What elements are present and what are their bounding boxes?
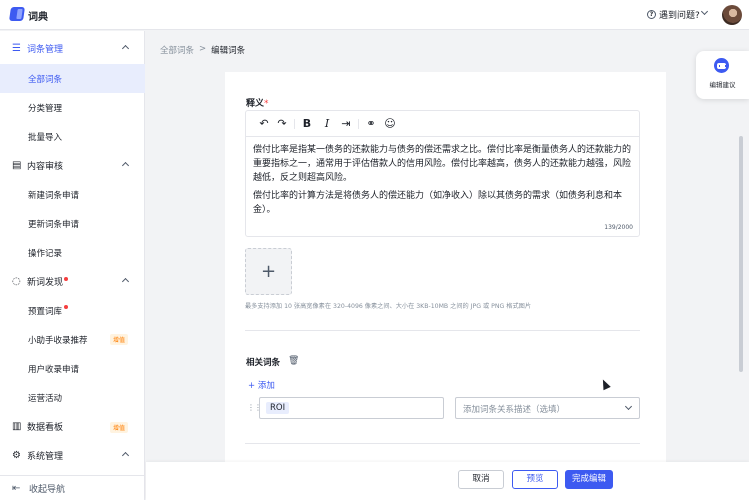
app-logo-icon xyxy=(9,7,25,21)
sidebar-item-label: 运营活动 xyxy=(28,393,63,404)
value-added-badge: 增值 xyxy=(110,422,129,433)
editor-content[interactable]: 偿付比率是指某一债务的还款能力与债务的偿还需求之比。偿付比率是衡量债务人的还款能… xyxy=(253,143,635,221)
sidebar-item-assistant-recommendations[interactable]: 小助手收录推荐 增值 xyxy=(0,325,145,354)
finish-edit-button[interactable]: 完成编辑 xyxy=(565,470,613,489)
bar-chart-icon: ▥ xyxy=(12,420,22,432)
review-icon: ▤ xyxy=(12,159,22,171)
edit-entry-card: 释义* ↶ ↷ B I ⇥ ⚭ ☺ 偿付比率是指某一债务的还款能力与债务的偿还需… xyxy=(225,72,666,462)
add-related-button[interactable]: + 添加 xyxy=(248,379,275,391)
sidebar-item-all-entries[interactable]: 全部词条 xyxy=(0,64,145,93)
upload-hint: 最多支持添加 10 张高宽像素在 320-4096 像素之间、大小在 3KB-1… xyxy=(245,303,532,310)
sidebar-item-batch-import[interactable]: 批量导入 xyxy=(0,122,145,151)
collapse-nav-button[interactable]: ⇤ 收起导航 xyxy=(0,475,145,500)
relation-description-select[interactable]: 添加词条关系描述（选填） xyxy=(455,397,640,419)
sidebar: ☰ 词条管理 全部词条 分类管理 批量导入 ▤ 内容审核 新建词条申请 更新词条… xyxy=(0,31,145,500)
sidebar-item-label: 新建词条申请 xyxy=(28,190,80,201)
chevron-up-icon xyxy=(121,161,130,170)
link-icon[interactable]: ⚭ xyxy=(364,117,378,131)
chevron-up-icon xyxy=(121,451,130,460)
relation-placeholder: 添加词条关系描述（选填） xyxy=(463,405,566,415)
sidebar-group-label: 新词发现 xyxy=(27,278,64,288)
sidebar-group-label: 数据看板 xyxy=(27,423,64,433)
preview-button[interactable]: 预览 xyxy=(512,470,558,489)
breadcrumb: 全部词条 > 编辑词条 xyxy=(160,44,245,56)
related-term-input[interactable]: ROI xyxy=(259,397,444,419)
edit-suggestion-button[interactable]: 编辑建议 xyxy=(696,51,749,99)
editor-paragraph: 偿付比率的计算方法是将债务人的偿还能力（如净收入）除以其债务的需求（如债务利息和… xyxy=(253,191,623,215)
toolbar-divider xyxy=(358,119,359,129)
sidebar-group-entry-management[interactable]: ☰ 词条管理 xyxy=(0,34,145,63)
related-entries-title: 相关词条 xyxy=(246,358,281,368)
help-label: 遇到问题? xyxy=(659,11,700,21)
editor-toolbar: ↶ ↷ B I ⇥ ⚭ ☺ xyxy=(246,111,639,137)
sidebar-group-system-management[interactable]: ⚙ 系统管理 xyxy=(0,441,145,470)
sidebar-item-campaigns[interactable]: 运营活动 xyxy=(0,383,145,412)
trash-icon[interactable]: 🗑 xyxy=(288,356,299,366)
chevron-up-icon xyxy=(121,44,130,53)
chevron-down-icon[interactable] xyxy=(700,7,709,16)
definition-label-text: 释义 xyxy=(246,99,265,109)
help-link[interactable]: ? 遇到问题? xyxy=(647,8,700,21)
emoji-icon[interactable]: ☺ xyxy=(383,117,397,131)
breadcrumb-separator: > xyxy=(199,44,207,54)
chevron-down-icon xyxy=(624,402,633,411)
sidebar-group-label: 系统管理 xyxy=(27,452,64,462)
bold-icon[interactable]: B xyxy=(300,117,314,131)
sidebar-group-label: 词条管理 xyxy=(27,45,64,55)
editor-paragraph: 偿付比率是指某一债务的还款能力与债务的偿还需求之比。偿付比率是衡量债务人的还款能… xyxy=(253,145,632,183)
redo-icon[interactable]: ↷ xyxy=(275,117,289,131)
edit-suggestion-label: 编辑建议 xyxy=(709,81,736,89)
toolbar-divider xyxy=(294,119,295,129)
sidebar-item-label: 分类管理 xyxy=(28,103,63,114)
sidebar-group-content-review[interactable]: ▤ 内容审核 xyxy=(0,151,145,180)
required-mark: * xyxy=(264,99,269,109)
robot-icon xyxy=(714,58,729,73)
chevron-up-icon xyxy=(121,277,130,286)
list-icon: ☰ xyxy=(12,42,21,54)
sidebar-item-label: 预置词库 xyxy=(28,306,63,317)
collapse-label: 收起导航 xyxy=(29,484,66,495)
term-tag: ROI xyxy=(266,402,290,414)
definition-label: 释义* xyxy=(246,96,269,109)
sidebar-item-new-entry-request[interactable]: 新建词条申请 xyxy=(0,180,145,209)
action-bar: 取消 预览 完成编辑 xyxy=(146,462,749,500)
breadcrumb-current: 编辑词条 xyxy=(211,46,246,56)
sidebar-item-label: 全部词条 xyxy=(28,74,63,85)
char-counter: 139/2000 xyxy=(604,224,633,231)
sidebar-item-label: 小助手收录推荐 xyxy=(28,335,88,346)
sidebar-item-operation-log[interactable]: 操作记录 xyxy=(0,238,145,267)
sidebar-item-update-entry-request[interactable]: 更新词条申请 xyxy=(0,209,145,238)
sidebar-item-label: 操作记录 xyxy=(28,248,63,259)
indent-icon[interactable]: ⇥ xyxy=(339,117,353,131)
sidebar-item-label: 批量导入 xyxy=(28,132,63,143)
sidebar-group-dashboard[interactable]: ▥ 数据看板 增值 xyxy=(0,412,145,441)
bulb-icon: ◌ xyxy=(12,275,21,287)
sidebar-group-label: 内容审核 xyxy=(27,162,64,172)
scrollbar[interactable] xyxy=(739,136,743,372)
undo-icon[interactable]: ↶ xyxy=(257,117,271,131)
italic-icon[interactable]: I xyxy=(320,117,334,131)
image-upload-button[interactable]: + xyxy=(245,248,292,295)
sidebar-item-category-management[interactable]: 分类管理 xyxy=(0,93,145,122)
notification-dot xyxy=(64,305,68,309)
section-divider xyxy=(245,330,640,331)
collapse-icon: ⇤ xyxy=(12,482,21,494)
rich-text-editor[interactable]: ↶ ↷ B I ⇥ ⚭ ☺ 偿付比率是指某一债务的还款能力与债务的偿还需求之比。… xyxy=(245,110,640,237)
app-title: 词典 xyxy=(28,12,48,23)
cancel-button[interactable]: 取消 xyxy=(458,470,504,489)
sidebar-item-label: 更新词条申请 xyxy=(28,219,80,230)
notification-dot xyxy=(64,277,68,281)
question-icon: ? xyxy=(647,10,656,19)
top-bar: 词典 ? 遇到问题? xyxy=(0,0,749,30)
sidebar-item-label: 用户收录申请 xyxy=(28,364,80,375)
avatar[interactable] xyxy=(722,5,742,25)
breadcrumb-root[interactable]: 全部词条 xyxy=(160,44,194,56)
section-divider xyxy=(245,443,640,444)
sidebar-item-preset-lexicon[interactable]: 预置词库 xyxy=(0,296,145,325)
sidebar-item-user-requests[interactable]: 用户收录申请 xyxy=(0,354,145,383)
sidebar-group-new-word-discovery[interactable]: ◌ 新词发现 xyxy=(0,267,145,296)
gear-icon: ⚙ xyxy=(12,449,21,461)
value-added-badge: 增值 xyxy=(110,334,129,345)
